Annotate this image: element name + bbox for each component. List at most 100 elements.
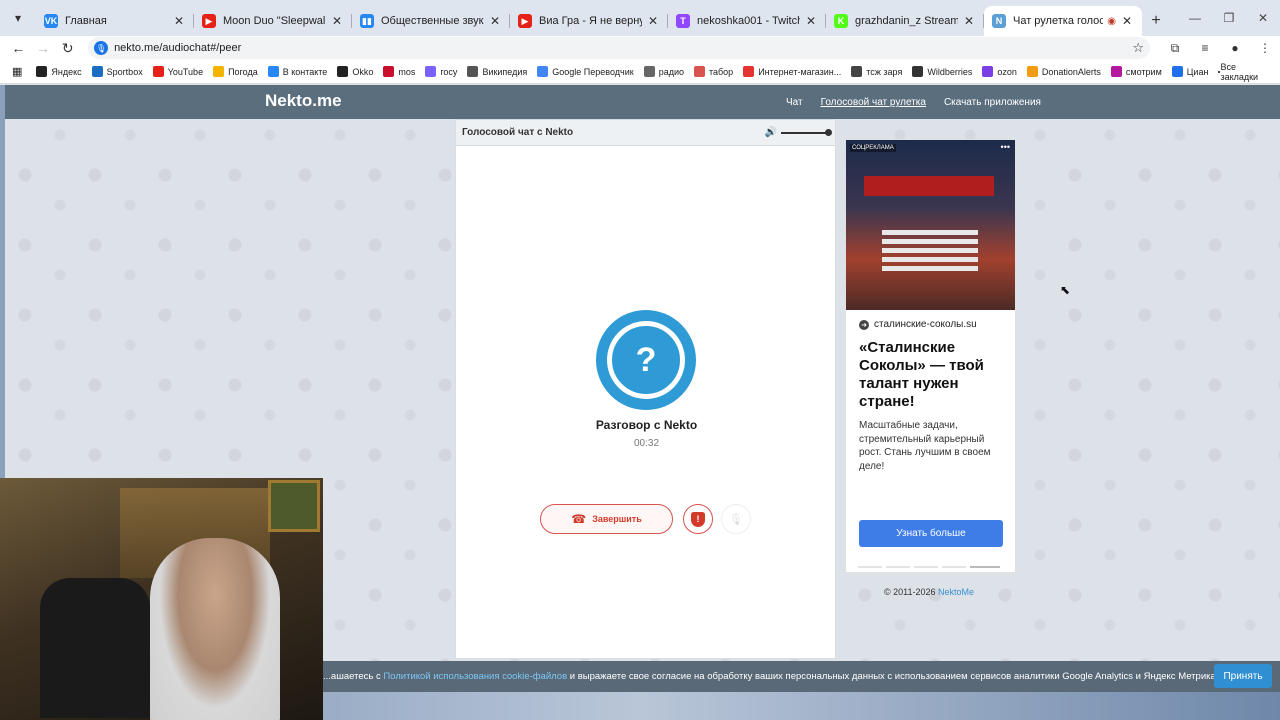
forward-icon[interactable]: → [31,40,56,56]
volume-knob[interactable] [825,128,832,136]
close-tab-icon[interactable]: ✕ [646,14,660,28]
bookmark-item[interactable]: Google Переводчик [537,66,634,77]
bookmark-favicon-icon [982,66,994,77]
close-tab-icon[interactable]: ✕ [962,14,976,28]
accept-cookies-button[interactable]: Принять [1214,664,1272,688]
site-mic-icon[interactable]: 🎙 [94,41,109,55]
close-window-icon[interactable]: ✕ [1246,11,1280,25]
bookmark-item[interactable]: Яндекс [36,66,82,77]
volume-slider[interactable] [781,128,832,136]
bookmark-favicon-icon [267,66,279,77]
question-icon: ? [607,321,685,399]
speaker-icon[interactable]: 🔊 [765,127,777,138]
bookmark-item[interactable]: Wildberries [912,66,972,77]
tab-favicon-icon: ▶ [518,14,532,28]
bookmark-favicon-icon [851,66,863,77]
cookie-text-after: и выражаете свое согласие на обработку в… [567,671,1219,682]
bookmark-label: радио [658,66,684,77]
bookmarks-bar: ▦ Яндекс Sportbox YouTube Погода В контакте O… [0,60,1280,84]
ad-pager-dot[interactable] [858,566,882,568]
bookmark-label: тсж заря [866,66,903,77]
close-tab-icon[interactable]: ✕ [172,14,186,28]
bookmark-item[interactable]: Погода [213,66,258,77]
bookmark-item[interactable]: В контакте [267,66,328,77]
bookmark-item[interactable]: DonationAlerts [1026,66,1101,77]
bookmark-item[interactable]: mos [383,66,415,77]
bookmark-item[interactable]: табор [693,66,733,77]
media-controls-icon[interactable]: ≡ [1190,41,1220,56]
bookmark-item[interactable]: радио [643,66,684,77]
browser-tab[interactable]: VK Главная ✕ [36,6,194,36]
close-tab-icon[interactable]: ✕ [1120,14,1134,28]
nav-chat[interactable]: Чат [786,97,803,108]
extensions-icon[interactable]: ⧉ [1160,41,1190,56]
bookmark-item[interactable]: Википедия [467,66,527,77]
bookmark-item[interactable]: Интернет-магазин... [743,66,841,77]
browser-tab-bar: ▾ VK Главная ✕ ▶ Moon Duo "Sleepwalker" (Off… [0,0,1280,36]
nav-download-apps[interactable]: Скачать приложения [944,97,1041,108]
ad-domain[interactable]: ➜ сталинские-соколы.su [859,319,977,330]
minimize-icon[interactable]: — [1178,11,1212,25]
cookie-policy-link[interactable]: Политикой использования cookie-файлов [383,671,567,682]
site-logo[interactable]: Nekto.me [265,91,342,111]
copyright-text: © 2011-2026 [884,587,936,597]
browser-tab[interactable]: ▶ Виа Гра - Я не вернусь [4K Re ✕ [510,6,668,36]
tab-search-icon[interactable]: ▾ [0,0,36,36]
bookmark-item[interactable]: Sportbox [91,66,143,77]
bookmark-label: Погода [228,66,258,77]
bookmark-item[interactable]: ozon [982,66,1017,77]
all-bookmarks-button[interactable]: Все закладки [1218,62,1272,82]
bookmark-favicon-icon [213,66,225,77]
bookmark-label: Okko [352,66,374,77]
bookmark-item[interactable]: тсж заря [851,66,902,77]
bookmark-item[interactable]: госу [425,66,457,77]
browser-tab[interactable]: ▶ Moon Duo "Sleepwalker" (Offic ✕ [194,6,352,36]
volume-control[interactable]: 🔊 [765,127,832,138]
report-button[interactable]: ! [683,504,713,534]
close-tab-icon[interactable]: ✕ [804,14,818,28]
new-tab-button[interactable]: + [1142,6,1170,36]
end-call-button[interactable]: ☎ Завершить [540,504,673,534]
browser-tab[interactable]: N Чат рулетка голосовая —◉ ✕ [984,6,1142,36]
bookmark-item[interactable]: Циан [1171,66,1208,77]
close-tab-icon[interactable]: ✕ [330,14,344,28]
tab-title: Чат рулетка голосовая — [1013,15,1104,27]
ad-pager-dot-active[interactable] [970,566,1000,568]
bookmark-item[interactable]: Okko [337,66,373,77]
restore-icon[interactable]: ❐ [1212,11,1246,25]
back-icon[interactable]: ← [6,40,31,56]
tab-favicon-icon: K [834,14,848,28]
copyright-link[interactable]: NektoMe [938,587,974,597]
webcam-person [150,538,280,720]
mute-button[interactable]: 🎙 [721,504,751,534]
browser-tab[interactable]: Kgrazhdanin_z Stream - Watch L ✕ [826,6,984,36]
bookmark-label: В контакте [282,66,328,77]
bookmark-item[interactable]: смотрим [1110,66,1162,77]
bookmark-label: Интернет-магазин... [758,66,842,77]
close-tab-icon[interactable]: ✕ [488,14,502,28]
bookmark-favicon-icon [1026,66,1038,77]
tab-favicon-icon: ▮▮ [360,14,374,28]
hangup-icon: ☎ [571,512,587,526]
ad-pager-dot[interactable] [914,566,938,568]
mouse-cursor-icon: ⬉ [1060,283,1071,297]
ad-title[interactable]: «Сталинские Соколы» — твой талант нужен … [859,339,1009,411]
ad-image[interactable]: СОЦРЕКЛАМА ••• [846,140,1015,310]
address-bar[interactable]: 🎙 nekto.me/audiochat#/peer ☆ [88,37,1150,59]
profile-avatar[interactable]: ● [1220,41,1250,56]
ad-pager-dot[interactable] [886,566,910,568]
ad-pager-dot[interactable] [942,566,966,568]
reload-icon[interactable]: ↻ [55,40,80,57]
browser-tab[interactable]: ▮▮ Общественные звукозаписи ✕ [352,6,510,36]
bookmark-star-icon[interactable]: ☆ [1132,40,1144,56]
browser-menu-icon[interactable]: ⋮ [1250,41,1280,56]
browser-tab[interactable]: Tnekoshka001 - Twitch ✕ [668,6,826,36]
bookmark-label: Sportbox [106,66,143,77]
advertisement[interactable]: СОЦРЕКЛАМА ••• ➜ сталинские-соколы.su «С… [845,139,1016,573]
apps-grid-icon[interactable]: ▦ [12,65,22,78]
ad-cta-button[interactable]: Узнать больше [859,520,1003,547]
bookmark-item[interactable]: YouTube [152,66,203,77]
nav-voice-chat[interactable]: Голосовой чат рулетка [821,97,926,108]
ad-menu-icon[interactable]: ••• [1001,142,1010,152]
address-toolbar: ← → ↻ 🎙 nekto.me/audiochat#/peer ☆ ⧉ ≡ ●… [0,36,1280,60]
